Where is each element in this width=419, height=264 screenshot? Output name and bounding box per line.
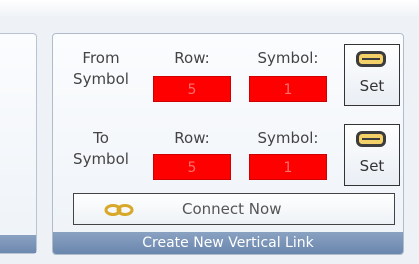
from-label-line1: From <box>82 49 120 67</box>
to-label-line1: To <box>93 129 109 147</box>
group-caption: Create New Vertical Link <box>53 232 403 254</box>
to-row-label: Row: <box>174 129 210 147</box>
to-row-field[interactable]: 5 <box>153 154 231 180</box>
from-set-label: Set <box>359 77 385 95</box>
to-symbol-label: To Symbol <box>69 128 133 170</box>
to-symbol-field[interactable]: 1 <box>249 154 327 180</box>
to-set-button[interactable]: Set <box>344 124 400 186</box>
chain-link-icon <box>104 204 134 216</box>
from-row-field[interactable]: 5 <box>153 76 231 102</box>
from-label-line2: Symbol <box>73 70 129 88</box>
to-label-line2: Symbol <box>73 150 129 168</box>
from-symbol-field[interactable]: 1 <box>249 76 327 102</box>
from-set-button[interactable]: Set <box>344 44 400 106</box>
window-top-strip <box>0 0 419 18</box>
create-vertical-link-group: From Symbol Row: Symbol: 5 1 Set To Symb… <box>52 33 404 255</box>
from-symbol-label: From Symbol <box>69 48 133 90</box>
adjacent-group-caption <box>0 235 36 253</box>
link-set-icon <box>356 131 386 147</box>
link-set-icon <box>356 51 386 67</box>
to-symbol-field-label: Symbol: <box>257 129 319 147</box>
connect-now-button[interactable]: Connect Now <box>73 193 395 225</box>
from-symbol-field-label: Symbol: <box>257 49 319 67</box>
adjacent-ribbon-group <box>0 33 37 254</box>
to-set-label: Set <box>359 157 385 175</box>
connect-now-label: Connect Now <box>182 200 282 218</box>
from-row-label: Row: <box>174 49 210 67</box>
